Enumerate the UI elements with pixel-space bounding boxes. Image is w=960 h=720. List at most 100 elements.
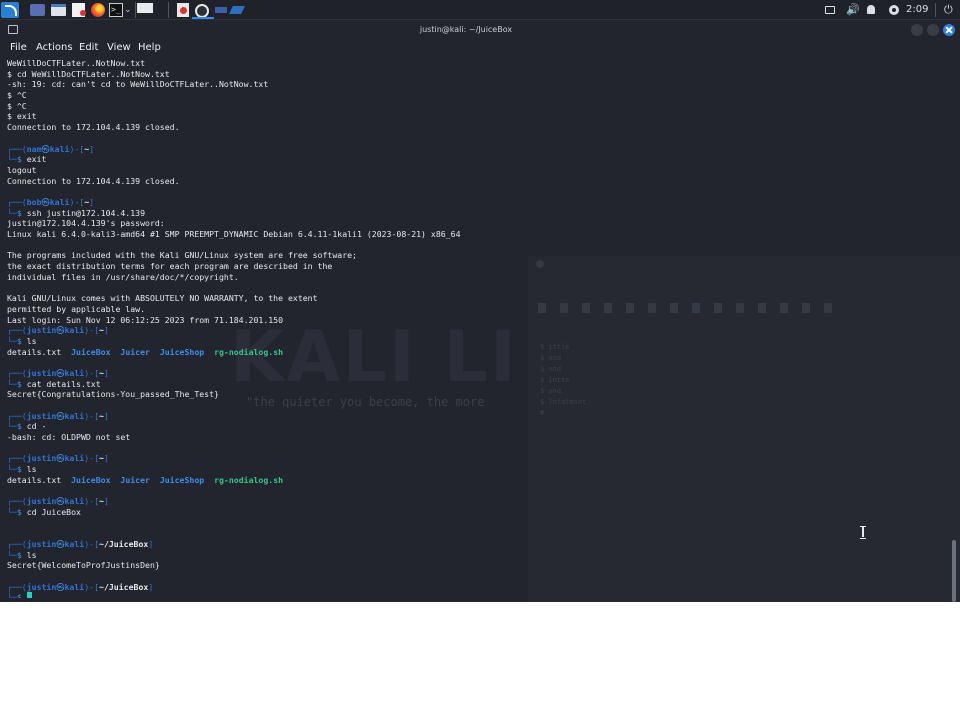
output-text: Kali GNU/Linux comes with ABSOLUTELY NO … — [7, 293, 318, 304]
clock[interactable]: 2:09 — [906, 0, 928, 20]
menu-help[interactable]: Help — [138, 40, 161, 56]
terminal-line: └─$ cd - — [0, 421, 946, 432]
notification-bell-icon[interactable] — [867, 0, 875, 20]
prompt-user: nam — [26, 143, 42, 154]
prompt-host: kali — [64, 496, 85, 507]
ls-directory: JuiceBox — [71, 346, 111, 357]
prompt-decoration: )-[ — [69, 143, 85, 154]
prompt-decoration: └─ — [7, 592, 17, 598]
prompt-decoration: ┌──( — [7, 196, 27, 207]
terminal-line: ┌──(justin㉿kali)-[~] — [0, 453, 946, 464]
maximize-button[interactable] — [927, 24, 939, 36]
ls-executable: rg-nodialog.sh — [214, 346, 284, 357]
record-icon[interactable] — [889, 0, 899, 20]
terminal-launcher-icon[interactable]: >_ — [109, 3, 123, 17]
terminal-line: Secret{WelcomeToProfJustinsDen} — [0, 560, 946, 571]
terminal-output[interactable]: WeWillDoCTFLater..NotNow.txt $ cd WeWillD… — [0, 58, 946, 598]
ls-gap — [61, 475, 71, 485]
output-text: Secret{Congratulations-You_passed_The_Te… — [7, 389, 219, 400]
prompt-at-icon: ㉿ — [56, 367, 65, 378]
output-text: Linux kali 6.4.0-kali3-amd64 #1 SMP PREE… — [7, 229, 461, 239]
menu-edit[interactable]: Edit — [79, 40, 98, 56]
close-button[interactable] — [943, 24, 955, 36]
terminal-line: ┌──(justin㉿kali)-[~] — [0, 325, 946, 336]
prompt-decoration: └─ — [7, 506, 17, 517]
prompt-host: kali — [64, 453, 85, 464]
terminal-line: Last login: Sun Nov 12 06:12:25 2023 fro… — [0, 315, 946, 326]
output-text: the exact distribution terms for each pr… — [7, 261, 333, 272]
ls-gap — [150, 347, 160, 357]
prompt-user: justin — [26, 538, 57, 549]
menu-file[interactable]: File — [10, 40, 27, 56]
kali-menu-icon[interactable] — [1, 2, 19, 18]
prompt-directory: ~/JuiceBox — [99, 581, 149, 592]
prompt-decoration: ] — [89, 196, 95, 207]
firefox-icon[interactable] — [91, 3, 105, 17]
window-titlebar[interactable]: justin@kali: ~/JuiceBox — [0, 20, 960, 40]
prompt-decoration: ] — [148, 581, 154, 592]
terminal-line: └─$ cd JuiceBox — [0, 507, 946, 518]
menu-view[interactable]: View — [107, 40, 131, 56]
prompt-at-icon: ㉿ — [56, 453, 65, 464]
terminal-line: ┌──(nam㉿kali)-[~] — [0, 144, 946, 155]
prompt-decoration: ┌──( — [7, 538, 27, 549]
command-text: ls — [26, 549, 37, 560]
terminal-line: └─$ — [0, 592, 946, 598]
window-button-obs-icon[interactable] — [195, 4, 209, 18]
output-text: Connection to 172.104.4.139 closed. — [7, 175, 180, 186]
scrollbar[interactable] — [951, 56, 959, 602]
output-text: $ cd WeWillDoCTFLater..NotNow.txt — [7, 68, 170, 79]
terminal-line: $ ^C — [0, 101, 946, 112]
panel-separator — [935, 3, 936, 17]
prompt-user: justin — [26, 496, 57, 507]
terminal-line: Connection to 172.104.4.139 closed. — [0, 122, 946, 133]
prompt-at-icon: ㉿ — [56, 581, 65, 592]
prompt-decoration: )-[ — [84, 538, 100, 549]
window-button-editor-icon[interactable] — [177, 3, 189, 17]
prompt-dollar: $ — [16, 335, 27, 346]
ls-directory: JuiceBox — [71, 474, 111, 485]
terminal-line: WeWillDoCTFLater..NotNow.txt — [0, 58, 946, 69]
window-button-kali-icon[interactable] — [229, 6, 245, 14]
top-panel: >_ ⌄ 🔊 2:09 ⏻ — [0, 0, 960, 20]
prompt-decoration: └─ — [7, 154, 17, 165]
prompt-dollar: $ — [16, 421, 27, 432]
menu-actions[interactable]: Actions — [36, 40, 73, 56]
minimize-button[interactable] — [911, 24, 923, 36]
prompt-host: kali — [64, 538, 85, 549]
ls-gap — [150, 475, 160, 485]
output-text: Last login: Sun Nov 12 06:12:25 2023 fro… — [7, 314, 284, 325]
command-text: exit — [26, 154, 47, 165]
prompt-at-icon: ㉿ — [41, 143, 50, 154]
terminal-line: └─$ ls — [0, 464, 946, 475]
chevron-down-icon[interactable]: ⌄ — [124, 2, 134, 18]
volume-icon[interactable]: 🔊 — [846, 0, 860, 20]
prompt-dollar: $ — [16, 592, 27, 598]
output-text: permitted by applicable law. — [7, 303, 146, 314]
prompt-user: justin — [26, 367, 57, 378]
workspace-2-icon[interactable] — [51, 4, 66, 16]
text-cursor-icon — [860, 526, 866, 539]
prompt-decoration: └─ — [7, 207, 17, 218]
output-text: Connection to 172.104.4.139 closed. — [7, 122, 180, 133]
power-icon[interactable]: ⏻ — [944, 0, 953, 20]
display-icon[interactable] — [825, 0, 835, 20]
terminal-cursor[interactable] — [26, 592, 32, 598]
prompt-host: kali — [64, 581, 85, 592]
prompt-decoration: ] — [103, 325, 109, 336]
output-text: The programs included with the Kali GNU/… — [7, 250, 357, 261]
window-button-blank[interactable] — [137, 3, 153, 13]
command-text: ssh justin@172.104.4.139 — [26, 207, 146, 218]
terminal-line: -sh: 19: cd: can't cd to WeWillDoCTFLate… — [0, 79, 946, 90]
window-button-terminal-icon[interactable] — [215, 7, 227, 13]
scrollbar-thumb[interactable] — [952, 540, 956, 602]
prompt-decoration: ] — [148, 538, 154, 549]
workspace-1-icon[interactable] — [30, 4, 45, 16]
file-manager-icon[interactable] — [72, 3, 86, 17]
prompt-decoration: )-[ — [84, 367, 100, 378]
terminal-line: ┌──(justin㉿kali)-[~] — [0, 496, 946, 507]
prompt-user: bob — [26, 196, 42, 207]
